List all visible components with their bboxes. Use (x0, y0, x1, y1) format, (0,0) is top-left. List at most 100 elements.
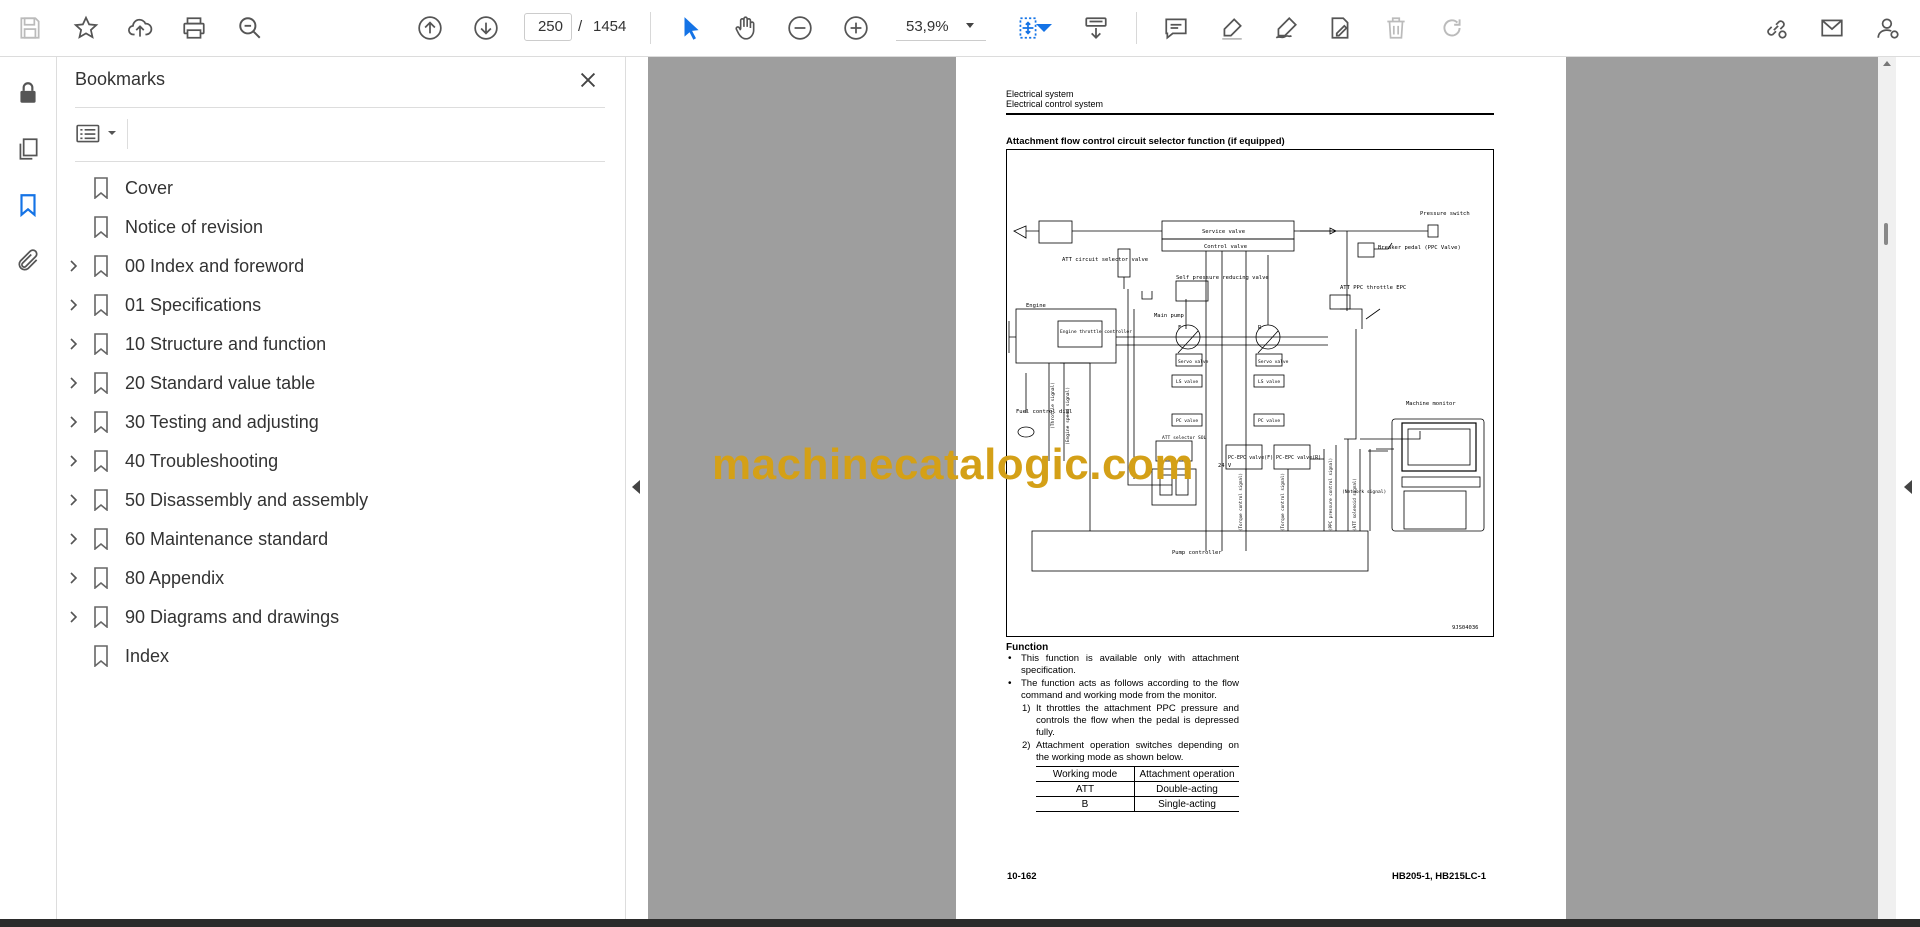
chevron-right-icon[interactable] (67, 337, 81, 351)
bookmark-item[interactable]: Cover (57, 170, 617, 206)
label-pc-valve-f: PC valve (1176, 418, 1198, 424)
attachments-paperclip-icon[interactable] (12, 245, 44, 277)
bookmark-item[interactable]: 00 Index and foreword (57, 248, 617, 284)
table-cell: ATT (1036, 781, 1135, 797)
upload-cloud-icon[interactable] (122, 10, 158, 46)
bookmark-label: 90 Diagrams and drawings (125, 606, 340, 627)
bookmark-item[interactable]: 10 Structure and function (57, 326, 617, 362)
scroll-up-icon[interactable] (1883, 61, 1891, 66)
previous-page-icon[interactable] (412, 10, 448, 46)
chevron-right-icon[interactable] (67, 493, 81, 507)
zoom-search-icon[interactable] (232, 10, 268, 46)
bookmark-label: 40 Troubleshooting (125, 450, 279, 471)
section-title: Attachment flow control circuit selector… (1006, 136, 1285, 147)
bookmark-item[interactable]: 30 Testing and adjusting (57, 404, 617, 440)
bookmark-icon (94, 645, 108, 667)
divider (75, 161, 605, 162)
print-icon[interactable] (176, 10, 212, 46)
collapse-panel-handle[interactable] (626, 57, 648, 927)
chevron-right-icon[interactable] (67, 259, 81, 273)
bookmark-item[interactable]: 50 Disassembly and assembly (57, 482, 617, 518)
redo-icon[interactable] (1434, 10, 1470, 46)
chevron-right-icon[interactable] (67, 298, 81, 312)
save-icon[interactable] (12, 10, 48, 46)
label-pc-epc-f: PC-EPC valve(F) (1228, 455, 1273, 461)
active-panel-indicator (46, 261, 54, 277)
expand-right-arrow-icon[interactable] (1904, 480, 1912, 494)
chevron-right-icon[interactable] (67, 415, 81, 429)
comment-icon[interactable] (1158, 10, 1194, 46)
vertical-scrollbar[interactable] (1878, 57, 1896, 919)
bookmark-icon (94, 216, 108, 238)
table-header-row: Working mode Attachment operation (1036, 766, 1239, 782)
star-icon[interactable] (68, 10, 104, 46)
bookmark-item[interactable]: 40 Troubleshooting (57, 443, 617, 479)
delete-icon[interactable] (1378, 10, 1414, 46)
bookmark-label: 80 Appendix (125, 567, 225, 588)
stamp-edit-icon[interactable] (1322, 10, 1358, 46)
label-pc-epc-r: PC-EPC valve(R) (1276, 455, 1321, 461)
collapse-arrow-icon[interactable] (632, 480, 640, 494)
item-number-1: 1) (1022, 703, 1031, 714)
table-row: ATT Double-acting (1036, 781, 1239, 797)
bookmark-item[interactable]: 80 Appendix (57, 560, 617, 596)
bookmark-item[interactable]: 01 Specifications (57, 287, 617, 323)
chevron-right-icon[interactable] (67, 532, 81, 546)
zoom-in-icon[interactable] (838, 10, 874, 46)
bookmark-item[interactable]: Notice of revision (57, 209, 617, 245)
item-number-2: 2) (1022, 740, 1031, 751)
chevron-right-icon[interactable] (67, 610, 81, 624)
header-rule (1006, 113, 1494, 115)
bookmarks-icon[interactable] (12, 189, 44, 221)
hand-tool-icon[interactable] (727, 10, 763, 46)
bookmark-item[interactable]: 90 Diagrams and drawings (57, 599, 617, 635)
chevron-right-icon[interactable] (67, 571, 81, 585)
zoom-dropdown-caret-icon[interactable] (966, 23, 974, 28)
divider (127, 119, 128, 149)
label-throttle-signal: (Throttle signal) (1050, 382, 1056, 429)
draw-pen-icon[interactable] (1268, 10, 1304, 46)
table-header-cell: Working mode (1036, 766, 1135, 782)
email-icon[interactable] (1814, 10, 1850, 46)
page-header-line2: Electrical control system (1006, 99, 1104, 109)
label-engine: Engine (1026, 303, 1046, 309)
label-pump-controller: Pump controller (1172, 550, 1222, 556)
right-panel-toggle[interactable] (1896, 57, 1920, 919)
item-1: It throttles the attachment PPC pressure… (1036, 703, 1239, 738)
bookmark-label: 60 Maintenance standard (125, 528, 329, 549)
scrolling-mode-icon[interactable] (1078, 10, 1114, 46)
scrollbar-thumb[interactable] (1884, 223, 1888, 245)
label-signal-a: (Torque control signal) (1238, 473, 1243, 531)
highlight-pen-icon[interactable] (1214, 10, 1250, 46)
close-icon[interactable] (575, 67, 601, 93)
label-self-pressure: Self pressure reducing valve (1176, 275, 1269, 281)
bookmark-item[interactable]: 20 Standard value table (57, 365, 617, 401)
watermark-text: machinecatalogic.com (712, 440, 1194, 489)
bookmark-item[interactable]: Index (57, 638, 617, 674)
bookmark-icon (94, 333, 108, 355)
label-pressure-switch: Pressure switch (1420, 211, 1470, 217)
bullet-1: This function is available only with att… (1021, 653, 1239, 676)
chevron-right-icon[interactable] (67, 376, 81, 390)
label-f: F (1178, 325, 1181, 331)
chevron-right-icon[interactable] (67, 454, 81, 468)
account-icon[interactable] (1870, 10, 1906, 46)
lock-icon[interactable] (12, 77, 44, 109)
bullet-2: The function acts as follows according t… (1021, 678, 1239, 701)
page-number-input[interactable]: 250 (524, 13, 572, 41)
next-page-icon[interactable] (468, 10, 504, 46)
toolbar-divider (650, 12, 651, 44)
label-engine-throttle: Engine throttle controller (1060, 329, 1132, 335)
page-separator: / (578, 18, 583, 35)
top-toolbar: 250 / 1454 53,9% (0, 0, 1920, 57)
bookmark-item[interactable]: 60 Maintenance standard (57, 521, 617, 557)
fit-dropdown-caret-icon[interactable] (1034, 10, 1054, 46)
page-thumbnails-icon[interactable] (12, 133, 44, 165)
zoom-out-icon[interactable] (782, 10, 818, 46)
bottom-taskbar-edge (0, 919, 1920, 927)
label-att-selector: ATT circuit selector valve (1062, 257, 1148, 263)
select-cursor-icon[interactable] (673, 10, 709, 46)
table-cell: Single-acting (1134, 796, 1239, 812)
bookmark-options-button[interactable] (75, 117, 123, 149)
share-link-icon[interactable] (1758, 10, 1794, 46)
